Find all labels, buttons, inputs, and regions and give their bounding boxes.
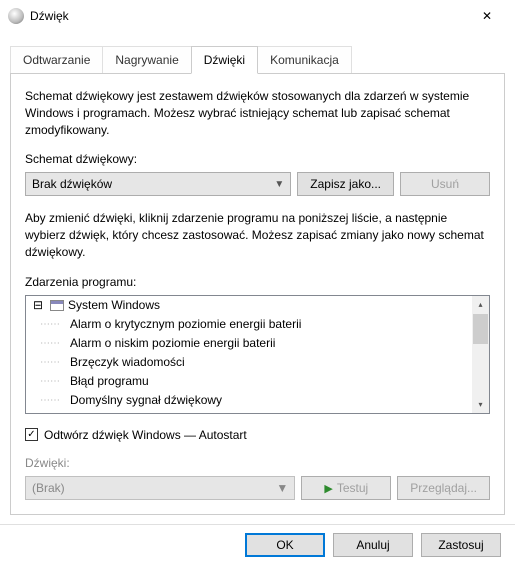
tree-item[interactable]: ⋯⋯Błąd programu xyxy=(26,372,472,391)
tree-connector: ⋯⋯ xyxy=(40,338,70,349)
scrollbar[interactable]: ▴ ▾ xyxy=(472,296,489,413)
tree-root-label: System Windows xyxy=(68,298,160,312)
scroll-track[interactable] xyxy=(472,345,489,396)
scheme-label: Schemat dźwiękowy: xyxy=(25,152,490,166)
tree-item-label: Domyślny sygnał dźwiękowy xyxy=(70,393,222,407)
button-label: OK xyxy=(276,538,293,552)
play-icon: ▶ xyxy=(324,483,332,495)
events-tree[interactable]: ⊟ System Windows ⋯⋯Alarm o krytycznym po… xyxy=(26,296,472,413)
tab-strip: Odtwarzanie Nagrywanie Dźwięki Komunikac… xyxy=(0,32,515,74)
scheme-combo-value: Brak dźwięków xyxy=(32,177,112,191)
tree-item[interactable]: ⋯⋯Domyślny sygnał dźwiękowy xyxy=(26,391,472,410)
scheme-combo[interactable]: Brak dźwięków ▼ xyxy=(25,172,291,196)
window-title: Dźwięk xyxy=(30,9,467,23)
tab-label: Komunikacja xyxy=(270,53,339,67)
cancel-button[interactable]: Anuluj xyxy=(333,533,413,557)
title-bar: Dźwięk ✕ xyxy=(0,0,515,32)
scroll-up-icon[interactable]: ▴ xyxy=(472,296,489,313)
chevron-down-icon: ▼ xyxy=(276,481,288,495)
apply-button[interactable]: Zastosuj xyxy=(421,533,501,557)
tree-item-label: Alarm o krytycznym poziomie energii bate… xyxy=(70,317,301,331)
autostart-checkbox-row[interactable]: ✓ Odtwórz dźwięk Windows — Autostart xyxy=(25,428,490,442)
tree-item-label: Błąd programu xyxy=(70,374,149,388)
window-icon xyxy=(50,300,64,311)
chevron-down-icon: ▼ xyxy=(274,179,284,190)
tree-root[interactable]: ⊟ System Windows xyxy=(26,296,472,315)
tab-sounds[interactable]: Dźwięki xyxy=(191,46,258,74)
events-label: Zdarzenia programu: xyxy=(25,275,490,289)
tab-playback[interactable]: Odtwarzanie xyxy=(10,46,103,73)
button-label: Testuj xyxy=(337,481,368,495)
close-icon: ✕ xyxy=(482,9,492,23)
dialog-footer: OK Anuluj Zastosuj xyxy=(0,524,515,565)
tab-label: Nagrywanie xyxy=(115,53,178,67)
tab-recording[interactable]: Nagrywanie xyxy=(102,46,191,73)
events-listbox[interactable]: ⊟ System Windows ⋯⋯Alarm o krytycznym po… xyxy=(25,295,490,414)
tree-connector: ⋯⋯ xyxy=(40,395,70,406)
tree-item-label: Alarm o niskim poziomie energii baterii xyxy=(70,336,275,350)
save-as-button[interactable]: Zapisz jako... xyxy=(297,172,394,196)
tab-communication[interactable]: Komunikacja xyxy=(257,46,352,73)
tree-item[interactable]: ⋯⋯Alarm o niskim poziomie energii bateri… xyxy=(26,334,472,353)
button-label: Zapisz jako... xyxy=(310,177,381,191)
scheme-description: Schemat dźwiękowy jest zestawem dźwięków… xyxy=(25,88,490,138)
button-label: Przeglądaj... xyxy=(410,481,477,495)
button-label: Usuń xyxy=(431,177,459,191)
tab-label: Dźwięki xyxy=(204,53,245,67)
button-label: Zastosuj xyxy=(438,538,483,552)
tree-connector: ⋯⋯ xyxy=(40,357,70,368)
tab-label: Odtwarzanie xyxy=(23,53,90,67)
scroll-down-icon[interactable]: ▾ xyxy=(472,396,489,413)
sound-combo-value: (Brak) xyxy=(32,481,65,495)
button-label: Anuluj xyxy=(356,538,389,552)
ok-button[interactable]: OK xyxy=(245,533,325,557)
tree-item-label: Brzęczyk wiadomości xyxy=(70,355,185,369)
close-button[interactable]: ✕ xyxy=(467,1,507,31)
browse-button: Przeglądaj... xyxy=(397,476,490,500)
checkbox-icon[interactable]: ✓ xyxy=(25,428,38,441)
tree-item[interactable]: ⋯⋯Brzęczyk wiadomości xyxy=(26,353,472,372)
tree-connector: ⋯⋯ xyxy=(40,376,70,387)
tab-panel: Schemat dźwiękowy jest zestawem dźwięków… xyxy=(10,73,505,515)
tree-connector: ⋯⋯ xyxy=(40,319,70,330)
autostart-label: Odtwórz dźwięk Windows — Autostart xyxy=(44,428,247,442)
sounds-label: Dźwięki: xyxy=(25,456,490,470)
minus-icon[interactable]: ⊟ xyxy=(30,298,46,312)
events-description: Aby zmienić dźwięki, kliknij zdarzenie p… xyxy=(25,210,490,260)
tree-item[interactable]: ⋯⋯Alarm o krytycznym poziomie energii ba… xyxy=(26,315,472,334)
scroll-thumb[interactable] xyxy=(473,314,488,344)
test-button: ▶ Testuj xyxy=(301,476,391,500)
sound-combo: (Brak) ▼ xyxy=(25,476,295,500)
delete-button: Usuń xyxy=(400,172,490,196)
app-icon xyxy=(8,8,24,24)
